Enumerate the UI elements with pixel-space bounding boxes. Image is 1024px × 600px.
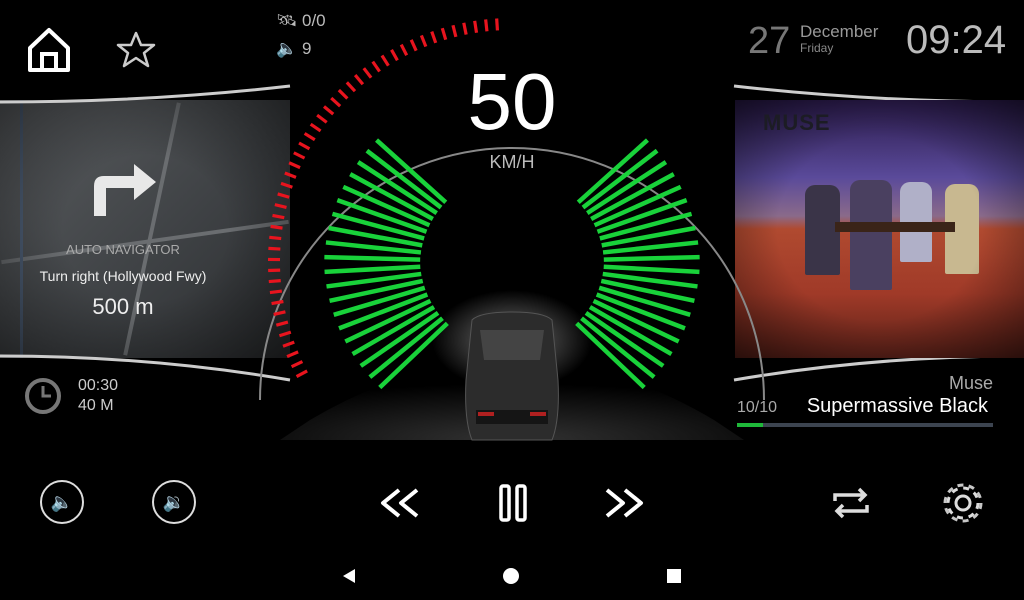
speed-tick bbox=[419, 34, 428, 48]
speed-tick bbox=[309, 122, 322, 133]
speed-tick bbox=[337, 88, 349, 100]
fast-forward-icon bbox=[605, 488, 643, 518]
speed-tick bbox=[316, 113, 328, 124]
speed-tick bbox=[473, 20, 479, 33]
speed-bar bbox=[324, 254, 421, 262]
speed-tick bbox=[268, 279, 281, 284]
speed-tick bbox=[440, 27, 448, 41]
speed-tick bbox=[271, 299, 284, 306]
back-button[interactable] bbox=[342, 569, 356, 583]
music-artist: Muse bbox=[948, 373, 993, 393]
speed-tick bbox=[268, 246, 281, 251]
repeat-button[interactable] bbox=[828, 480, 874, 526]
speed-bar bbox=[359, 310, 440, 368]
volume-down-button[interactable]: 🔈 bbox=[40, 480, 84, 524]
speed-tick bbox=[303, 132, 316, 142]
volume-down-icon: 🔈 bbox=[50, 491, 74, 512]
speed-tick bbox=[278, 330, 292, 338]
car-icon bbox=[465, 311, 559, 441]
speed-tick bbox=[290, 360, 304, 369]
speed-tick bbox=[293, 151, 306, 160]
speed-bar bbox=[584, 310, 665, 368]
eta-time: 00:30 bbox=[78, 377, 119, 394]
music-title: Supermassive Black bbox=[806, 395, 988, 417]
speed-tick bbox=[272, 213, 285, 220]
speed-tick bbox=[280, 181, 293, 189]
speed-tick bbox=[286, 350, 299, 359]
speed-tick bbox=[399, 43, 409, 57]
repeat-icon bbox=[833, 487, 869, 519]
speed-bar bbox=[324, 264, 421, 275]
album-logo: MUSE bbox=[763, 110, 831, 135]
speed-tick bbox=[409, 39, 418, 52]
speed-bar bbox=[603, 254, 700, 262]
gear-icon bbox=[943, 483, 983, 523]
date-month: December bbox=[800, 22, 879, 41]
speed-tick bbox=[451, 24, 458, 38]
speed-tick bbox=[484, 19, 489, 32]
speed-tick bbox=[495, 18, 500, 31]
speed-bar bbox=[603, 264, 700, 275]
eta-distance: 40 M bbox=[78, 397, 114, 414]
speed-bar bbox=[368, 316, 444, 379]
speed-tick bbox=[353, 74, 365, 86]
speed-tick bbox=[371, 60, 381, 73]
home-nav-button[interactable] bbox=[503, 568, 519, 584]
volume-up-icon: 🔉 bbox=[162, 491, 186, 512]
speed-unit: KM/H bbox=[489, 152, 535, 172]
speed-tick bbox=[270, 224, 283, 230]
speed-tick bbox=[269, 289, 283, 295]
pause-button[interactable] bbox=[490, 480, 536, 526]
speed-tick bbox=[345, 81, 357, 93]
fast-forward-button[interactable] bbox=[602, 480, 648, 526]
speed-tick bbox=[295, 369, 308, 378]
speed-tick bbox=[380, 54, 390, 67]
speed-tick bbox=[390, 49, 399, 62]
system-nav-bar bbox=[0, 552, 1024, 600]
home-icon bbox=[28, 28, 70, 72]
rewind-button[interactable] bbox=[376, 480, 422, 526]
favorites-button[interactable] bbox=[116, 30, 156, 75]
speed-tick bbox=[322, 105, 335, 116]
speed-tick bbox=[462, 22, 468, 35]
rewind-icon bbox=[381, 488, 419, 518]
speed-value: 50 bbox=[467, 57, 557, 146]
settings-button[interactable] bbox=[940, 480, 986, 526]
speed-tick bbox=[298, 141, 311, 151]
star-icon bbox=[116, 31, 156, 68]
speed-tick bbox=[269, 235, 282, 241]
clock-icon bbox=[25, 378, 61, 414]
clock: 09:24 bbox=[906, 18, 1007, 62]
volume-up-button[interactable]: 🔉 bbox=[152, 480, 196, 524]
speed-tick bbox=[330, 96, 342, 108]
speed-tick bbox=[430, 31, 438, 44]
speed-tick bbox=[284, 171, 297, 179]
speed-tick bbox=[275, 320, 289, 327]
recents-button[interactable] bbox=[667, 569, 681, 583]
speed-tick bbox=[362, 67, 373, 79]
home-button[interactable] bbox=[26, 26, 72, 79]
date-weekday: Friday bbox=[800, 41, 834, 55]
speed-tick bbox=[274, 203, 287, 210]
speed-bar bbox=[580, 316, 656, 379]
pause-icon bbox=[499, 484, 527, 522]
speed-tick bbox=[277, 192, 290, 199]
speed-tick bbox=[288, 161, 301, 170]
speed-tick bbox=[282, 340, 295, 348]
